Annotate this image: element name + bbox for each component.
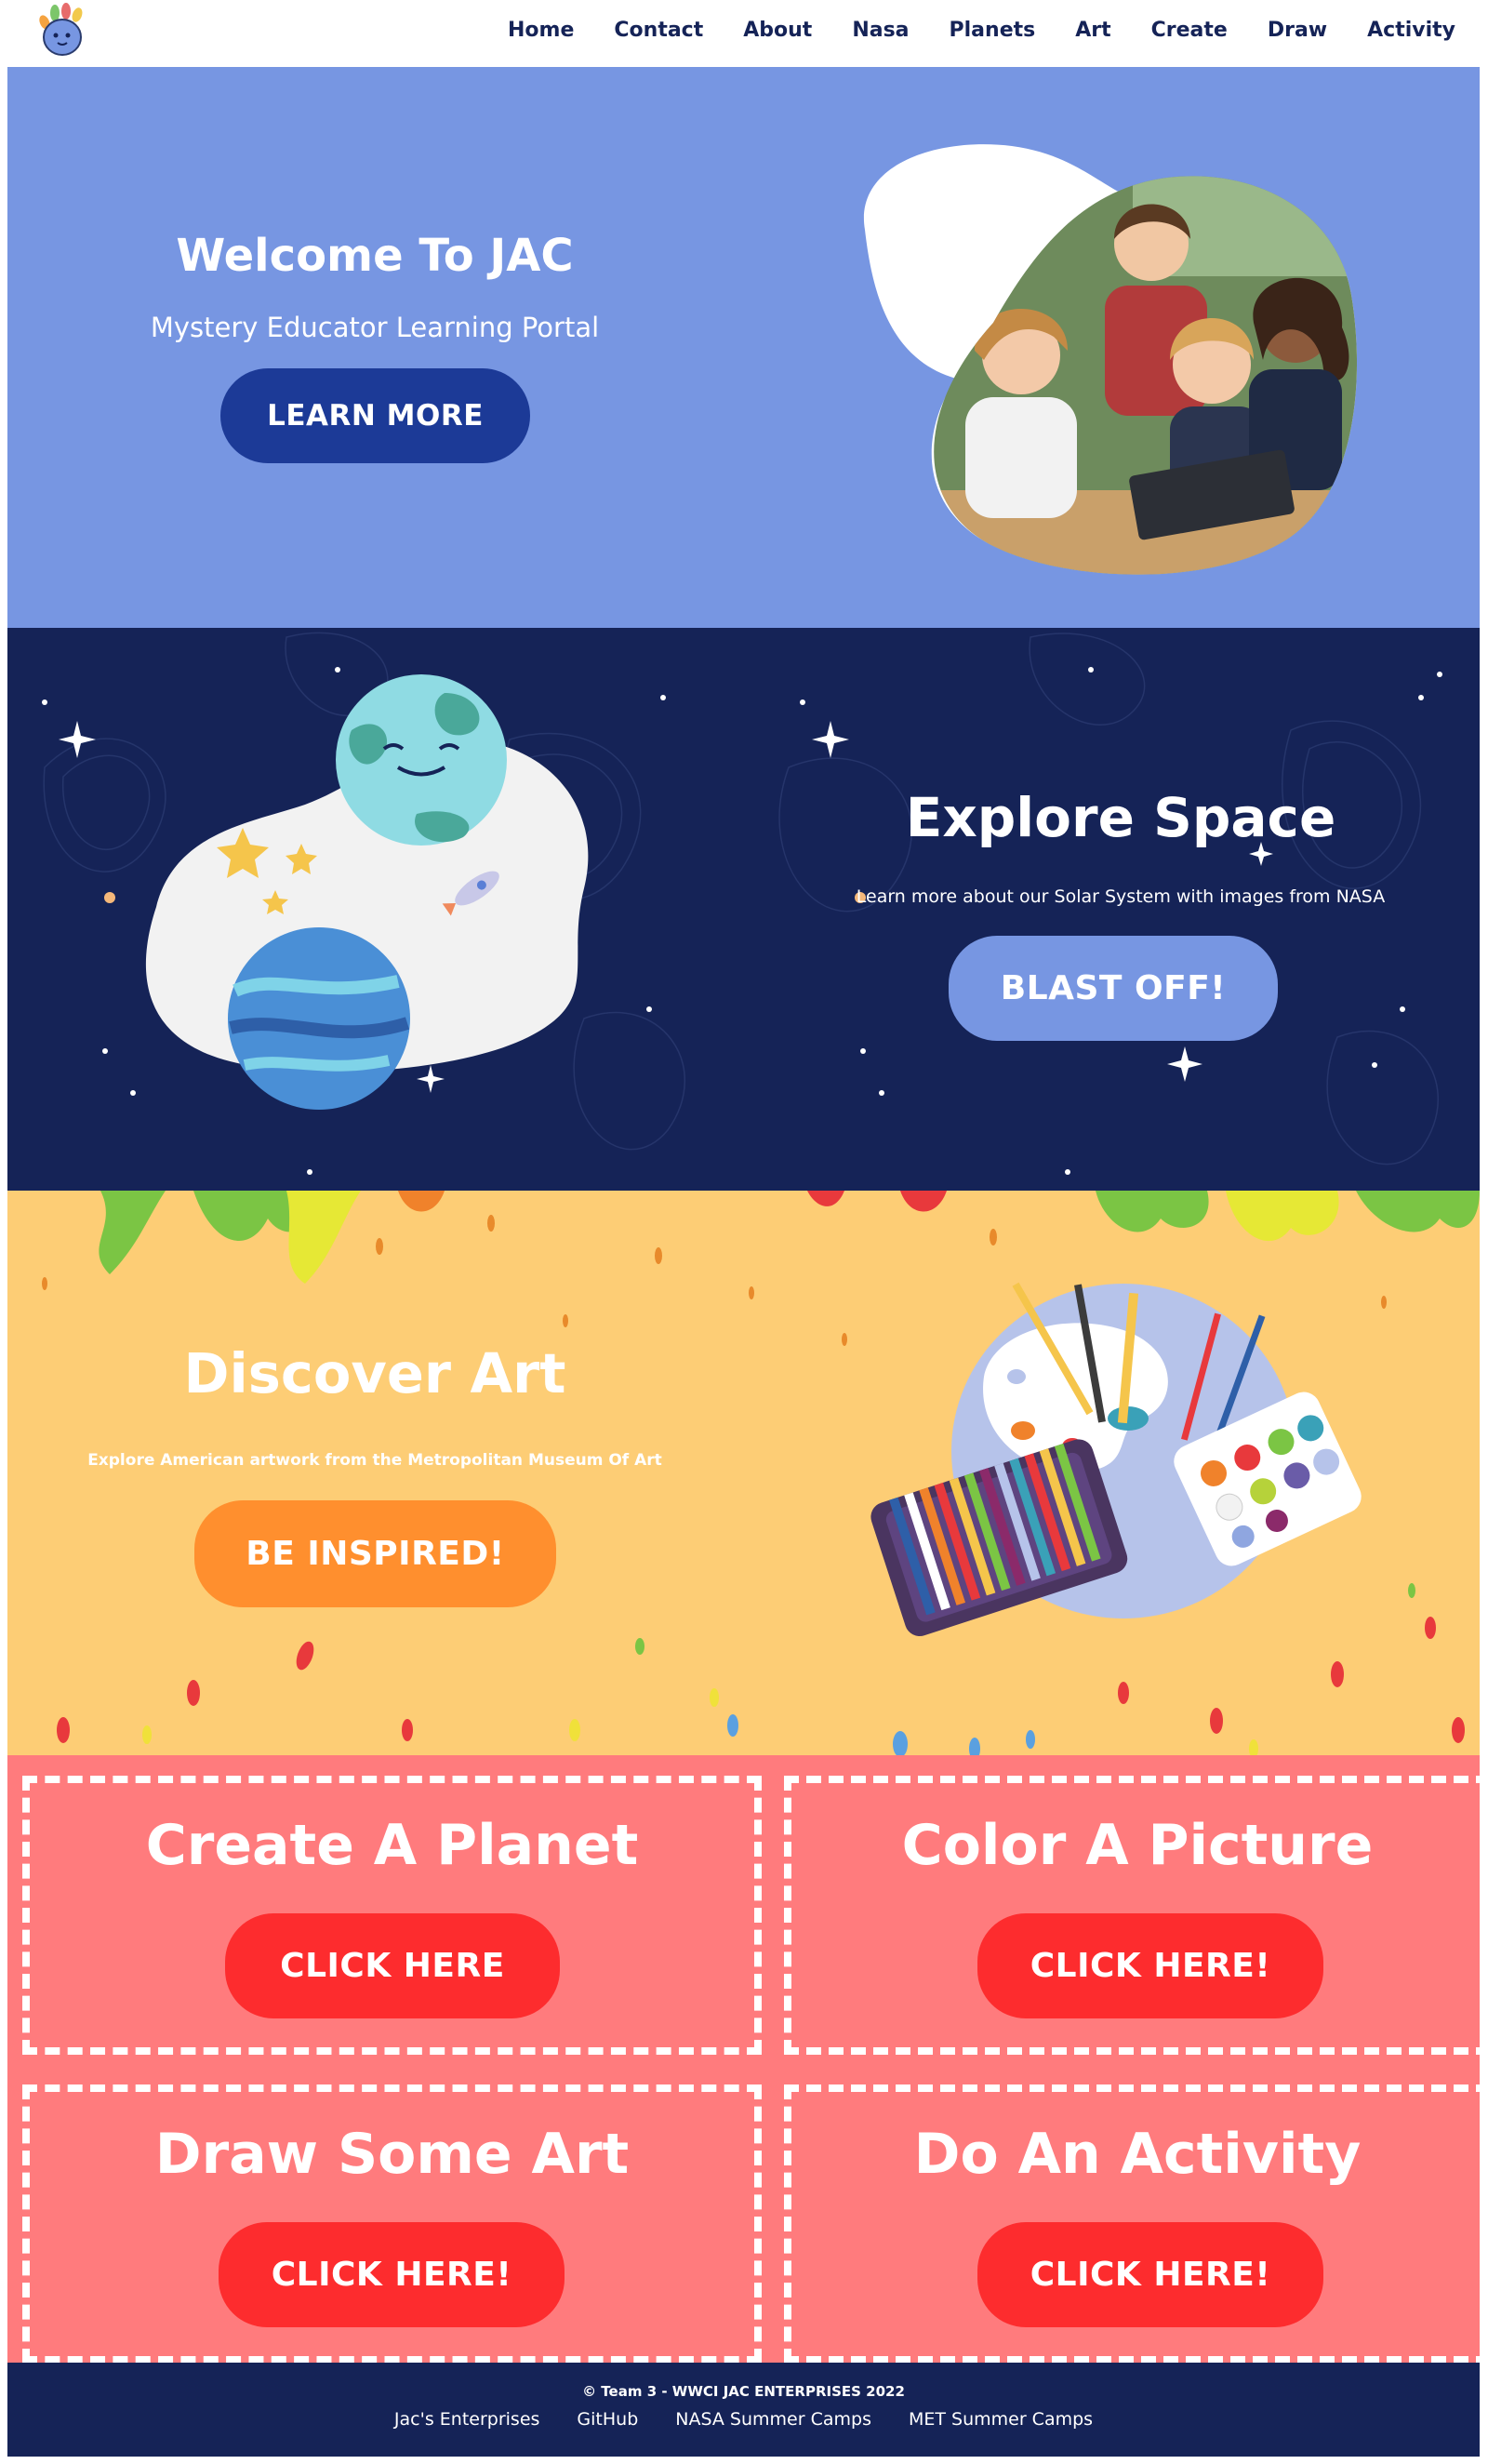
nav-link-create[interactable]: Create xyxy=(1151,19,1228,42)
be-inspired-button[interactable]: BE INSPIRED! xyxy=(194,1500,556,1607)
draw-art-button[interactable]: CLICK HERE! xyxy=(219,2222,565,2327)
footer-link-github[interactable]: GitHub xyxy=(577,2409,638,2430)
footer-links: Jac's Enterprises GitHub NASA Summer Cam… xyxy=(7,2409,1480,2430)
nav-link-art[interactable]: Art xyxy=(1075,19,1110,42)
nav-link-draw[interactable]: Draw xyxy=(1268,19,1327,42)
card-color-picture: Color A Picture CLICK HERE! xyxy=(784,1776,1480,2055)
space-illustration xyxy=(42,632,1442,1175)
nav-links: Home Contact About Nasa Planets Art Crea… xyxy=(468,0,1455,60)
footer-copyright: © Team 3 - WWCI JAC ENTERPRISES 2022 xyxy=(582,2383,905,2400)
card-title-draw-art: Draw Some Art xyxy=(154,2122,630,2187)
footer-link-jacs-enterprises[interactable]: Jac's Enterprises xyxy=(394,2409,540,2430)
footer: © Team 3 - WWCI JAC ENTERPRISES 2022 Jac… xyxy=(7,2363,1480,2457)
card-title-color-picture: Color A Picture xyxy=(901,1813,1374,1878)
space-title: Explore Space xyxy=(905,786,1336,849)
footer-link-met-summer-camps[interactable]: MET Summer Camps xyxy=(909,2409,1093,2430)
do-activity-button[interactable]: CLICK HERE! xyxy=(977,2222,1323,2327)
card-create-planet: Create A Planet CLICK HERE xyxy=(22,1776,762,2055)
blast-off-button[interactable]: BLAST OFF! xyxy=(949,936,1278,1041)
hero-section: Welcome To JAC Mystery Educator Learning… xyxy=(7,67,1480,628)
nav-link-activity[interactable]: Activity xyxy=(1367,19,1455,42)
art-illustration xyxy=(42,1191,1480,1755)
footer-link-nasa-summer-camps[interactable]: NASA Summer Camps xyxy=(675,2409,871,2430)
nav-link-planets[interactable]: Planets xyxy=(950,19,1036,42)
space-subtitle: Learn more about our Solar System with i… xyxy=(856,886,1386,907)
nav-link-contact[interactable]: Contact xyxy=(614,19,703,42)
students-photo-blob xyxy=(863,144,1358,575)
create-planet-button[interactable]: CLICK HERE xyxy=(225,1913,560,2018)
nav-link-nasa[interactable]: Nasa xyxy=(852,19,909,42)
art-title: Discover Art xyxy=(183,1341,566,1405)
activity-cards-section: Create A Planet CLICK HERE Color A Pictu… xyxy=(7,1755,1480,2363)
art-section: Discover Art Explore American artwork fr… xyxy=(7,1191,1480,1755)
learn-more-button[interactable]: LEARN MORE xyxy=(220,368,530,463)
card-title-create-planet: Create A Planet xyxy=(145,1813,639,1878)
color-picture-button[interactable]: CLICK HERE! xyxy=(977,1913,1323,2018)
card-do-activity: Do An Activity CLICK HERE! xyxy=(784,2084,1480,2363)
hero-title: Welcome To JAC xyxy=(176,230,574,282)
nav-link-home[interactable]: Home xyxy=(508,19,574,42)
card-title-do-activity: Do An Activity xyxy=(913,2122,1362,2187)
art-subtitle: Explore American artwork from the Metrop… xyxy=(87,1451,662,1470)
card-draw-art: Draw Some Art CLICK HERE! xyxy=(22,2084,762,2363)
top-navbar: Home Contact About Nasa Planets Art Crea… xyxy=(0,0,1488,67)
logo-hand-icon[interactable] xyxy=(32,2,97,61)
nav-link-about[interactable]: About xyxy=(743,19,812,42)
hero-subtitle: Mystery Educator Learning Portal xyxy=(150,312,600,343)
space-section: Explore Space Learn more about our Solar… xyxy=(7,628,1480,1191)
